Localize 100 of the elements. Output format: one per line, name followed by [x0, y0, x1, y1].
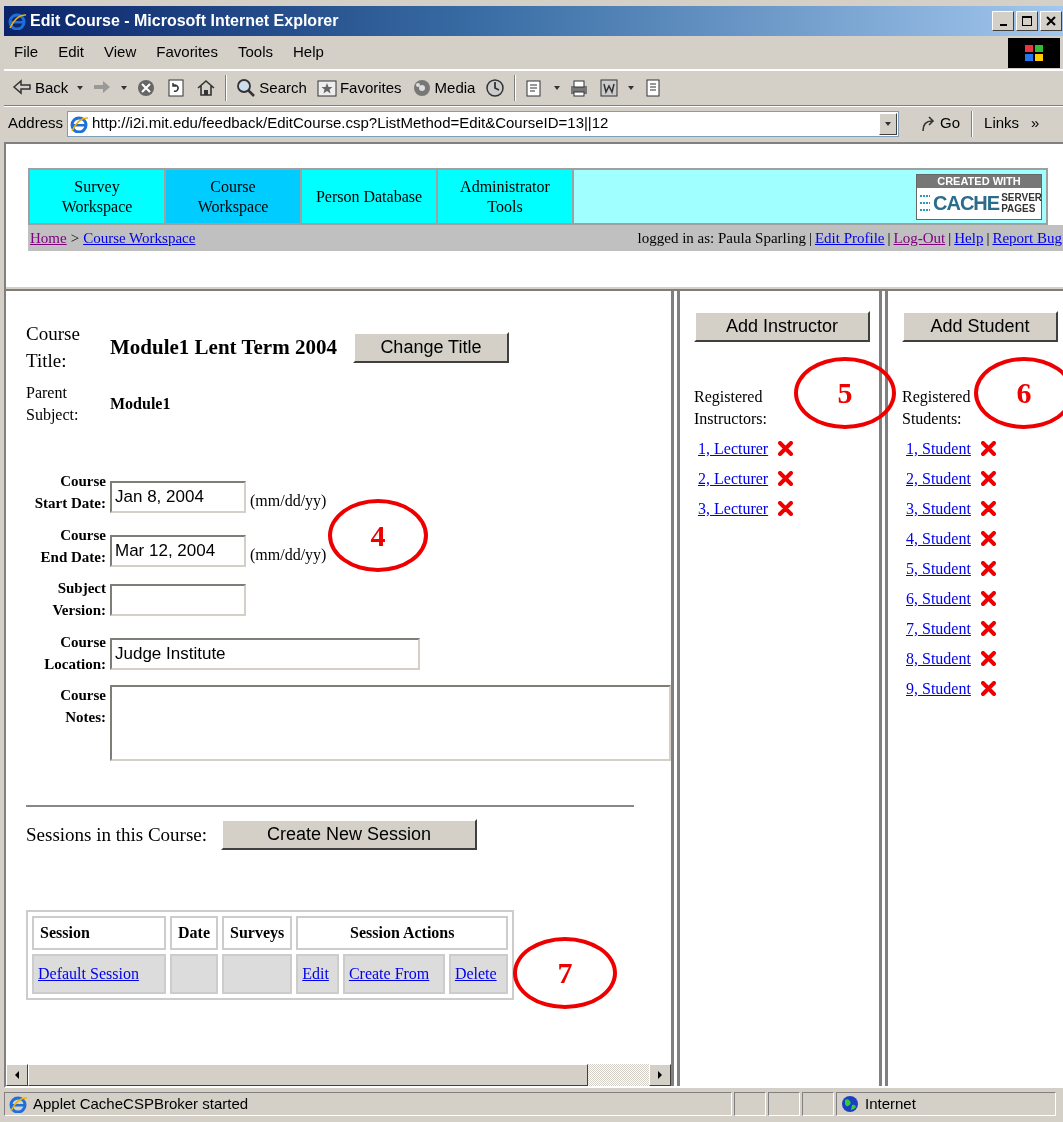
action-link[interactable]: Delete: [454, 965, 497, 983]
remove-cross-icon[interactable]: [980, 561, 996, 577]
person-link[interactable]: 7, Student: [906, 616, 971, 641]
person-link[interactable]: 4, Student: [906, 526, 971, 551]
field-label: Parent Subject:: [26, 383, 80, 426]
person-link[interactable]: 9, Student: [906, 676, 971, 701]
media-button[interactable]: Media: [407, 74, 480, 102]
annotation-circle: 5: [794, 357, 896, 429]
column-header: Date: [170, 916, 218, 951]
nav-tab[interactable]: Person Database: [302, 170, 438, 223]
remove-cross-icon[interactable]: [980, 621, 996, 637]
remove-cross-icon[interactable]: [778, 441, 794, 457]
nav-tab[interactable]: Administrator Tools: [438, 170, 574, 223]
clock-icon: [485, 78, 506, 98]
remove-cross-icon[interactable]: [980, 441, 996, 457]
breadcrumb-link[interactable]: Course Workspace: [83, 226, 196, 250]
remove-cross-icon[interactable]: [980, 501, 996, 517]
address-field[interactable]: http://i2i.mit.edu/feedback/EditCourse.csp?ListMethod=Edit&CourseID=13||12: [67, 110, 900, 137]
session-link[interactable]: Default Session: [38, 965, 139, 983]
refresh-icon: [166, 78, 187, 98]
menu-item[interactable]: Help: [283, 41, 334, 64]
remove-cross-icon[interactable]: [778, 471, 794, 487]
nav-tab[interactable]: Course Workspace: [166, 170, 302, 223]
person-link[interactable]: 6, Student: [906, 586, 971, 611]
close-button[interactable]: [1040, 11, 1062, 31]
separator-text: |: [808, 228, 812, 248]
printer-icon: [569, 78, 590, 98]
format-hint: (mm/dd/yy): [250, 544, 327, 566]
zone-text: Internet: [865, 1093, 916, 1114]
notes-field[interactable]: [110, 685, 671, 762]
person-link[interactable]: 2, Lecturer: [698, 466, 769, 491]
header-link[interactable]: Log-Out: [893, 226, 946, 250]
date-field[interactable]: Jan 8, 2004: [110, 481, 246, 514]
scroll-right-button[interactable]: [649, 1064, 671, 1086]
separator-text: >: [70, 228, 80, 248]
maximize-button[interactable]: [1016, 11, 1038, 31]
links-button[interactable]: Links: [980, 110, 1024, 137]
text-field[interactable]: [110, 584, 246, 617]
create-session-button[interactable]: Create New Session: [221, 819, 478, 851]
header-link[interactable]: Report Bug: [992, 226, 1062, 250]
menu-item[interactable]: Edit: [48, 41, 95, 64]
menu-item[interactable]: View: [94, 41, 147, 64]
field-label: Course Location:: [43, 632, 106, 674]
search-icon: [236, 78, 257, 98]
person-link[interactable]: 2, Student: [906, 466, 971, 491]
person-link[interactable]: 3, Student: [906, 496, 971, 521]
nav-tab[interactable]: Survey Workspace: [30, 170, 166, 223]
caret-icon: [553, 84, 562, 92]
field-label: Course Start Date:: [33, 472, 106, 514]
go-button[interactable]: Go: [915, 110, 965, 137]
caret-icon: [627, 84, 636, 92]
menu-item[interactable]: Tools: [227, 41, 283, 64]
stop-icon: [136, 78, 157, 98]
person-link[interactable]: 1, Lecturer: [698, 436, 769, 461]
star-folder-icon: [316, 78, 337, 98]
dropdown-button[interactable]: [879, 112, 898, 135]
remove-cross-icon[interactable]: [980, 471, 996, 487]
window-title: Edit Course - Microsoft Internet Explorer: [30, 11, 339, 31]
separator-text: |: [948, 228, 952, 248]
search-button[interactable]: Search: [232, 74, 311, 102]
more-button[interactable]: »: [1027, 110, 1044, 137]
breadcrumb-link[interactable]: Home: [30, 226, 67, 250]
back-button[interactable]: Back: [8, 74, 73, 102]
menu-item[interactable]: Favorites: [146, 41, 228, 64]
scrollbar-thumb[interactable]: [28, 1064, 588, 1086]
field-label: Course Title:: [26, 322, 81, 373]
text-field[interactable]: Judge Institute: [110, 637, 420, 670]
change-title-button[interactable]: Change Title: [352, 332, 509, 364]
person-link[interactable]: 5, Student: [906, 556, 971, 581]
person-link[interactable]: 1, Student: [906, 436, 971, 461]
word-doc-icon: [599, 78, 620, 98]
action-link[interactable]: Create From: [348, 965, 430, 983]
menu-item[interactable]: File: [4, 41, 49, 64]
remove-cross-icon[interactable]: [980, 591, 996, 607]
annotation-circle: 7: [513, 937, 617, 1009]
separator-text: |: [887, 228, 891, 248]
favorites-button[interactable]: Favorites: [312, 74, 406, 102]
status-text: Applet CacheCSPBroker started: [33, 1093, 249, 1114]
add-student-button[interactable]: Add Student: [902, 311, 1058, 342]
annotation-circle: 6: [974, 357, 1063, 429]
scroll-left-button[interactable]: [6, 1064, 28, 1086]
person-link[interactable]: 3, Lecturer: [698, 496, 769, 521]
remove-cross-icon[interactable]: [980, 681, 996, 697]
left-arrow-icon: [13, 1070, 21, 1080]
course-title: Module1 Lent Term 2004: [110, 333, 337, 361]
url-text: http://i2i.mit.edu/feedback/EditCourse.csp?ListMethod=Edit&CourseID=13||12: [92, 113, 610, 134]
action-link[interactable]: Edit: [302, 965, 329, 983]
header-link[interactable]: Edit Profile: [814, 226, 885, 250]
date-field[interactable]: Mar 12, 2004: [110, 534, 246, 567]
remove-cross-icon[interactable]: [980, 651, 996, 667]
remove-cross-icon[interactable]: [778, 501, 794, 517]
field-label: Course End Date:: [39, 525, 106, 567]
person-link[interactable]: 8, Student: [906, 646, 971, 671]
parent-subject: Module1: [110, 393, 171, 414]
header-link[interactable]: Help: [954, 226, 984, 250]
add-instructor-button[interactable]: Add Instructor: [694, 311, 870, 342]
minimize-button[interactable]: [992, 11, 1014, 31]
home-icon: [196, 78, 217, 98]
column-header: Session: [32, 916, 166, 951]
remove-cross-icon[interactable]: [980, 531, 996, 547]
